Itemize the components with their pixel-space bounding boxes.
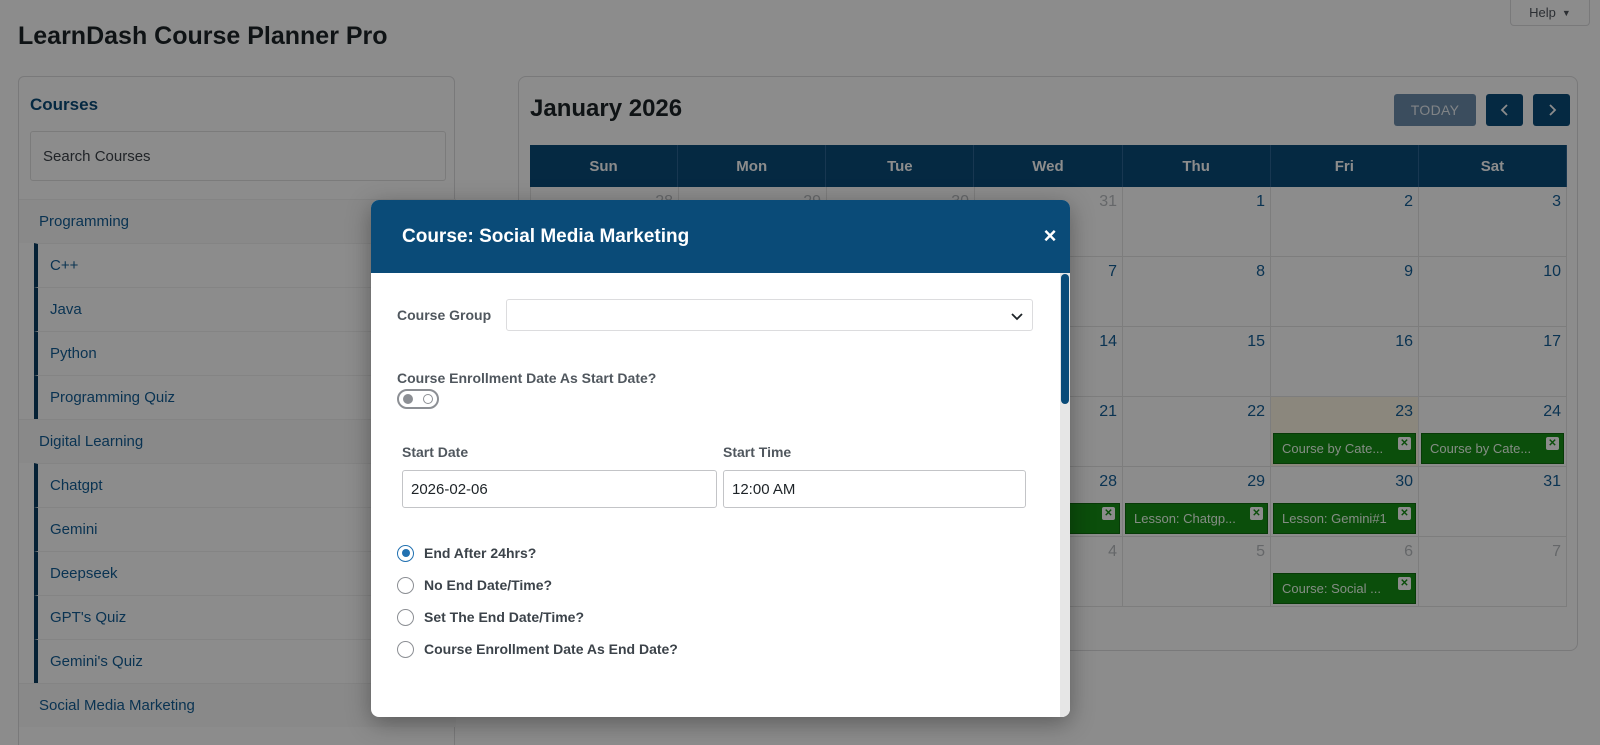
- radio-checked-icon[interactable]: [397, 544, 414, 562]
- toggle-knob: [403, 394, 413, 404]
- modal-scrollbar[interactable]: [1060, 273, 1070, 717]
- radio-unchecked-icon[interactable]: [397, 640, 414, 658]
- radio-unchecked-icon[interactable]: [397, 576, 414, 594]
- chevron-down-icon: [1011, 313, 1023, 321]
- close-icon[interactable]: ×: [1038, 223, 1062, 248]
- end-option-radio[interactable]: Course Enrollment Date As End Date?: [397, 639, 678, 659]
- course-modal: Course: Social Media Marketing × Course …: [371, 200, 1070, 717]
- course-group-label: Course Group: [397, 307, 492, 323]
- enrollment-start-label: Course Enrollment Date As Start Date?: [397, 370, 657, 386]
- scrollbar-thumb[interactable]: [1061, 274, 1069, 404]
- radio-unchecked-icon[interactable]: [397, 608, 414, 626]
- modal-header: Course: Social Media Marketing ×: [371, 200, 1070, 273]
- enrollment-start-toggle[interactable]: [397, 389, 439, 409]
- modal-body: Course Group Course Enrollment Date As S…: [371, 273, 1060, 717]
- modal-title: Course: Social Media Marketing: [402, 225, 690, 247]
- end-option-radio[interactable]: No End Date/Time?: [397, 575, 552, 595]
- start-time-input[interactable]: 12:00 AM: [723, 470, 1026, 508]
- radio-label: Course Enrollment Date As End Date?: [424, 641, 678, 657]
- radio-label: No End Date/Time?: [424, 577, 553, 593]
- toggle-off-indicator: [423, 394, 433, 404]
- radio-label: End After 24hrs?: [424, 545, 537, 561]
- start-time-label: Start Time: [723, 444, 792, 460]
- end-option-radio[interactable]: Set The End Date/Time?: [397, 607, 584, 627]
- radio-label: Set The End Date/Time?: [424, 609, 584, 625]
- start-date-label: Start Date: [402, 444, 469, 460]
- course-group-select[interactable]: [506, 299, 1033, 331]
- end-option-radio[interactable]: End After 24hrs?: [397, 543, 536, 563]
- start-date-input[interactable]: 2026-02-06: [402, 470, 717, 508]
